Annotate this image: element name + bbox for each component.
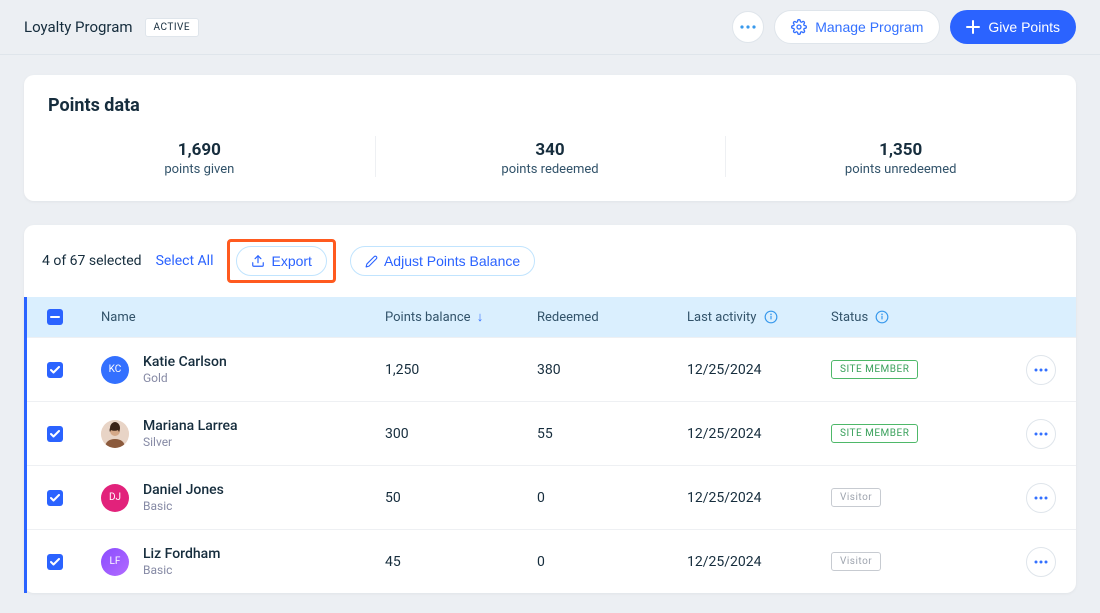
export-button[interactable]: Export: [236, 246, 326, 276]
column-activity[interactable]: Last activity: [687, 310, 831, 325]
give-points-label: Give Points: [988, 19, 1060, 35]
cell-redeemed: 0: [537, 554, 687, 570]
stat-label: points unredeemed: [725, 162, 1076, 177]
info-icon[interactable]: [875, 310, 889, 324]
row-more-button[interactable]: [1026, 483, 1056, 513]
status-tag: Visitor: [831, 552, 881, 571]
row-checkbox[interactable]: [47, 426, 63, 442]
export-highlight: Export: [227, 239, 335, 283]
person-name: Daniel Jones: [143, 482, 224, 498]
column-status[interactable]: Status: [831, 310, 989, 325]
person-tier: Basic: [143, 563, 220, 577]
row-more-button[interactable]: [1026, 355, 1056, 385]
stat-value: 1,690: [24, 140, 375, 160]
info-icon[interactable]: [764, 310, 778, 324]
row-checkbox[interactable]: [47, 362, 63, 378]
row-more-button[interactable]: [1026, 419, 1056, 449]
adjust-balance-label: Adjust Points Balance: [384, 253, 520, 269]
avatar: [101, 420, 129, 448]
cell-balance: 300: [385, 426, 537, 442]
row-checkbox[interactable]: [47, 490, 63, 506]
stat-unredeemed: 1,350 points unredeemed: [725, 140, 1076, 177]
row-more-button[interactable]: [1026, 547, 1056, 577]
header-left: Loyalty Program ACTIVE: [24, 18, 199, 37]
person-tier: Silver: [143, 435, 238, 449]
header-checkbox[interactable]: [47, 309, 63, 325]
dots-horizontal-icon: [1034, 560, 1048, 564]
table-row[interactable]: DJ Daniel JonesBasic 50012/25/2024Visitor: [27, 465, 1076, 529]
manage-program-button[interactable]: Manage Program: [774, 10, 940, 44]
check-icon: [50, 430, 60, 438]
status-badge: ACTIVE: [145, 18, 200, 37]
stat-value: 1,350: [725, 140, 1076, 160]
column-name[interactable]: Name: [101, 310, 385, 325]
column-redeemed[interactable]: Redeemed: [537, 310, 687, 325]
column-balance[interactable]: Points balance ↓: [385, 309, 537, 325]
table-header: Name Points balance ↓ Redeemed Last acti…: [27, 297, 1076, 337]
page-header: Loyalty Program ACTIVE Manage Program Gi…: [0, 0, 1100, 55]
stat-value: 340: [375, 140, 726, 160]
cell-balance: 45: [385, 554, 537, 570]
dots-horizontal-icon: [1034, 368, 1048, 372]
cell-balance: 50: [385, 490, 537, 506]
sort-desc-icon: ↓: [477, 310, 484, 325]
table-card: 4 of 67 selected Select All Export Adjus…: [24, 225, 1076, 593]
selection-count: 4 of 67 selected: [42, 253, 142, 269]
minus-icon: [50, 316, 60, 318]
table-row[interactable]: Mariana LarreaSilver 3005512/25/2024SITE …: [27, 401, 1076, 465]
cell-activity: 12/25/2024: [687, 426, 831, 442]
summary-title: Points data: [24, 75, 1076, 128]
cell-redeemed: 0: [537, 490, 687, 506]
cell-activity: 12/25/2024: [687, 490, 831, 506]
column-status-label: Status: [831, 310, 868, 325]
table-row[interactable]: KC Katie CarlsonGold 1,25038012/25/2024SIT…: [27, 337, 1076, 401]
gear-icon: [791, 19, 807, 35]
cell-activity: 12/25/2024: [687, 362, 831, 378]
manage-program-label: Manage Program: [815, 19, 923, 35]
pencil-icon: [365, 255, 378, 268]
dots-horizontal-icon: [1034, 496, 1048, 500]
stat-redeemed: 340 points redeemed: [375, 140, 726, 177]
status-tag: SITE MEMBER: [831, 360, 918, 379]
check-icon: [50, 494, 60, 502]
status-tag: Visitor: [831, 488, 881, 507]
avatar: DJ: [101, 484, 129, 512]
person-name: Mariana Larrea: [143, 418, 238, 434]
person-tier: Gold: [143, 371, 227, 385]
stat-label: points given: [24, 162, 375, 177]
cell-balance: 1,250: [385, 362, 537, 378]
upload-icon: [251, 254, 265, 268]
cell-redeemed: 380: [537, 362, 687, 378]
person-tier: Basic: [143, 499, 224, 513]
stat-given: 1,690 points given: [24, 140, 375, 177]
check-icon: [50, 366, 60, 374]
give-points-button[interactable]: Give Points: [950, 10, 1076, 44]
page-title: Loyalty Program: [24, 18, 133, 36]
dots-horizontal-icon: [1034, 432, 1048, 436]
table-row[interactable]: LF Liz FordhamBasic 45012/25/2024Visitor: [27, 529, 1076, 593]
summary-stats: 1,690 points given 340 points redeemed 1…: [24, 128, 1076, 201]
cell-redeemed: 55: [537, 426, 687, 442]
plus-icon: [966, 20, 980, 34]
row-checkbox[interactable]: [47, 554, 63, 570]
avatar: LF: [101, 548, 129, 576]
table: Name Points balance ↓ Redeemed Last acti…: [24, 297, 1076, 593]
header-actions: Manage Program Give Points: [732, 10, 1076, 44]
dots-horizontal-icon: [740, 25, 756, 29]
person-name: Liz Fordham: [143, 546, 220, 562]
select-all-button[interactable]: Select All: [156, 253, 214, 269]
cell-activity: 12/25/2024: [687, 554, 831, 570]
status-tag: SITE MEMBER: [831, 424, 918, 443]
more-options-button[interactable]: [732, 11, 764, 43]
summary-card: Points data 1,690 points given 340 point…: [24, 75, 1076, 201]
person-name: Katie Carlson: [143, 354, 227, 370]
avatar: KC: [101, 356, 129, 384]
column-activity-label: Last activity: [687, 310, 756, 325]
table-toolbar: 4 of 67 selected Select All Export Adjus…: [24, 225, 1076, 297]
export-label: Export: [271, 253, 311, 269]
adjust-balance-button[interactable]: Adjust Points Balance: [350, 246, 535, 276]
stat-label: points redeemed: [375, 162, 726, 177]
column-balance-label: Points balance: [385, 310, 471, 325]
check-icon: [50, 558, 60, 566]
